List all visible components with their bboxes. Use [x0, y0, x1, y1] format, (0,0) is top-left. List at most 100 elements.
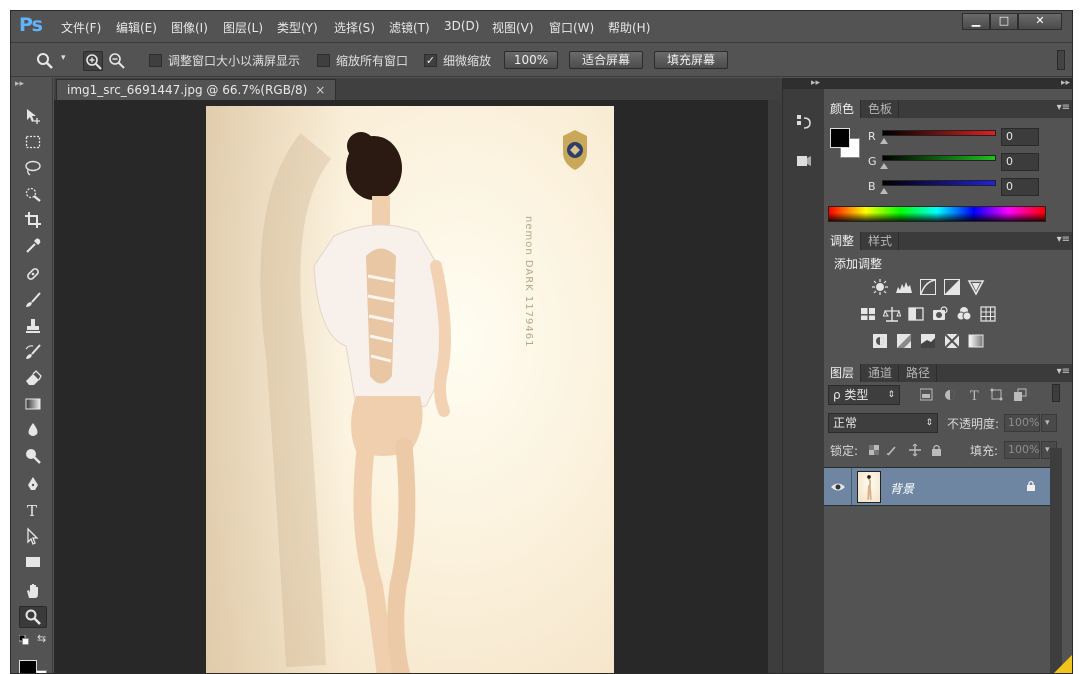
menu-layer[interactable]: 图层(L) [223, 19, 263, 36]
menu-view[interactable]: 视图(V) [492, 19, 534, 36]
panel-menu-icon[interactable]: ▾≡ [1057, 234, 1070, 245]
blur-tool-icon[interactable] [19, 419, 47, 441]
dock-collapse-icon[interactable]: ▸▸ [783, 78, 824, 89]
type-tool-icon[interactable]: T [19, 499, 47, 521]
clone-stamp-tool-icon[interactable] [19, 315, 47, 337]
menu-filter[interactable]: 滤镜(T) [389, 19, 430, 36]
quick-selection-tool-icon[interactable] [19, 183, 47, 205]
marquee-tool-icon[interactable] [19, 131, 47, 153]
fill-field[interactable]: 100% [1004, 441, 1040, 459]
path-selection-tool-icon[interactable] [19, 525, 47, 547]
move-tool-icon[interactable] [19, 105, 47, 127]
photo-filter-icon[interactable] [931, 305, 949, 323]
layer-name[interactable]: 背景 [890, 480, 914, 497]
tab-color[interactable]: 颜色 [824, 100, 862, 118]
menu-type[interactable]: 类型(Y) [277, 19, 318, 36]
opacity-dropdown-icon[interactable]: ▾ [1041, 414, 1057, 432]
channel-g-slider[interactable] [882, 155, 996, 161]
tab-swatches[interactable]: 色板 [862, 100, 900, 118]
threshold-icon[interactable] [919, 332, 937, 350]
resize-windows-checkbox[interactable] [149, 54, 162, 67]
panel-menu-icon[interactable]: ▾≡ [1057, 366, 1070, 377]
invert-icon[interactable] [871, 332, 889, 350]
exposure-icon[interactable] [943, 278, 961, 296]
posterize-icon[interactable] [895, 332, 913, 350]
lock-icons[interactable] [868, 443, 948, 457]
crop-tool-icon[interactable] [19, 209, 47, 231]
curves-icon[interactable] [919, 278, 937, 296]
scrubby-zoom-checkbox[interactable]: ✓ [424, 54, 437, 67]
toolbar-collapse-icon[interactable]: ▸▸ [15, 79, 24, 89]
channel-r-caret-icon[interactable] [880, 138, 888, 144]
color-spectrum-ramp[interactable] [828, 206, 1046, 222]
layer-row-background[interactable]: 背景 [824, 467, 1050, 506]
history-panel-icon[interactable] [786, 109, 822, 135]
document-image[interactable]: nemon DARK 1179461 [206, 106, 614, 673]
maximize-button[interactable]: □ [990, 13, 1018, 30]
vibrance-icon[interactable] [967, 278, 985, 296]
foreground-color-swatch[interactable] [19, 660, 37, 673]
zoom-tool-preset-icon[interactable] [35, 51, 55, 71]
layers-scrollbar[interactable] [1050, 448, 1062, 673]
tab-channels[interactable]: 通道 [862, 364, 900, 382]
chevron-down-icon[interactable]: ▾ [61, 53, 66, 63]
channel-b-slider[interactable] [882, 180, 996, 186]
zoom-all-checkbox[interactable] [317, 54, 330, 67]
tab-paths[interactable]: 路径 [900, 364, 938, 382]
tab-close-icon[interactable]: × [315, 83, 325, 97]
resize-corner[interactable] [1052, 653, 1072, 673]
document-tab[interactable]: img1_src_6691447.jpg @ 66.7%(RGB/8) × [56, 79, 337, 100]
menu-select[interactable]: 选择(S) [334, 19, 375, 36]
channel-r-slider[interactable] [882, 130, 996, 136]
zoom-tool-icon[interactable] [19, 606, 47, 628]
canvas-vertical-scrollbar[interactable] [768, 100, 782, 673]
eraser-tool-icon[interactable] [19, 367, 47, 389]
eyedropper-tool-icon[interactable] [19, 235, 47, 257]
channel-g-value[interactable]: 0 [1001, 153, 1039, 171]
pen-tool-icon[interactable] [19, 473, 47, 495]
rectangle-tool-icon[interactable] [19, 551, 47, 573]
channel-b-caret-icon[interactable] [880, 188, 888, 194]
fit-screen-button[interactable]: 适合屏幕 [569, 51, 643, 69]
tab-layers[interactable]: 图层 [824, 364, 862, 382]
color-foreground-swatch[interactable] [830, 128, 850, 148]
properties-panel-icon[interactable] [786, 148, 822, 174]
default-colors-icon[interactable] [18, 634, 29, 645]
lasso-tool-icon[interactable] [19, 157, 47, 179]
tab-styles[interactable]: 样式 [862, 232, 900, 250]
workspace-switcher[interactable] [1057, 50, 1065, 70]
hand-tool-icon[interactable] [19, 580, 47, 602]
blend-mode-select[interactable]: 正常 ⇕ [828, 413, 938, 433]
levels-icon[interactable] [895, 278, 913, 296]
menu-help[interactable]: 帮助(H) [608, 19, 650, 36]
channel-g-caret-icon[interactable] [880, 163, 888, 169]
brush-tool-icon[interactable] [19, 289, 47, 311]
layer-filter-toggle[interactable] [1052, 384, 1060, 402]
canvas-area[interactable]: nemon DARK 1179461 [54, 100, 782, 673]
menu-image[interactable]: 图像(I) [171, 19, 208, 36]
panels-collapse-icon[interactable]: ▸▸ [824, 78, 1072, 89]
dodge-tool-icon[interactable] [19, 445, 47, 467]
fill-screen-button[interactable]: 填充屏幕 [654, 51, 728, 69]
color-lookup-icon[interactable] [979, 305, 997, 323]
channel-b-value[interactable]: 0 [1001, 178, 1039, 196]
healing-brush-tool-icon[interactable] [19, 263, 47, 285]
hue-saturation-icon[interactable] [859, 305, 877, 323]
panel-menu-icon[interactable]: ▾≡ [1057, 102, 1070, 113]
menu-3d[interactable]: 3D(D) [444, 19, 479, 33]
history-brush-tool-icon[interactable] [19, 341, 47, 363]
tab-adjustments[interactable]: 调整 [824, 232, 862, 250]
color-balance-icon[interactable] [883, 305, 901, 323]
menu-window[interactable]: 窗口(W) [549, 19, 594, 36]
menu-edit[interactable]: 编辑(E) [116, 19, 157, 36]
layer-filter-kind-select[interactable]: ρ 类型 ⇕ [828, 385, 900, 405]
zoom-100-button[interactable]: 100% [504, 51, 558, 69]
zoom-out-icon[interactable] [107, 51, 127, 71]
minimize-button[interactable]: ▁ [962, 13, 990, 30]
channel-r-value[interactable]: 0 [1001, 128, 1039, 146]
channel-mixer-icon[interactable] [955, 305, 973, 323]
black-white-icon[interactable] [907, 305, 925, 323]
selective-color-icon[interactable] [943, 332, 961, 350]
brightness-contrast-icon[interactable] [871, 278, 889, 296]
opacity-field[interactable]: 100% [1004, 414, 1040, 432]
